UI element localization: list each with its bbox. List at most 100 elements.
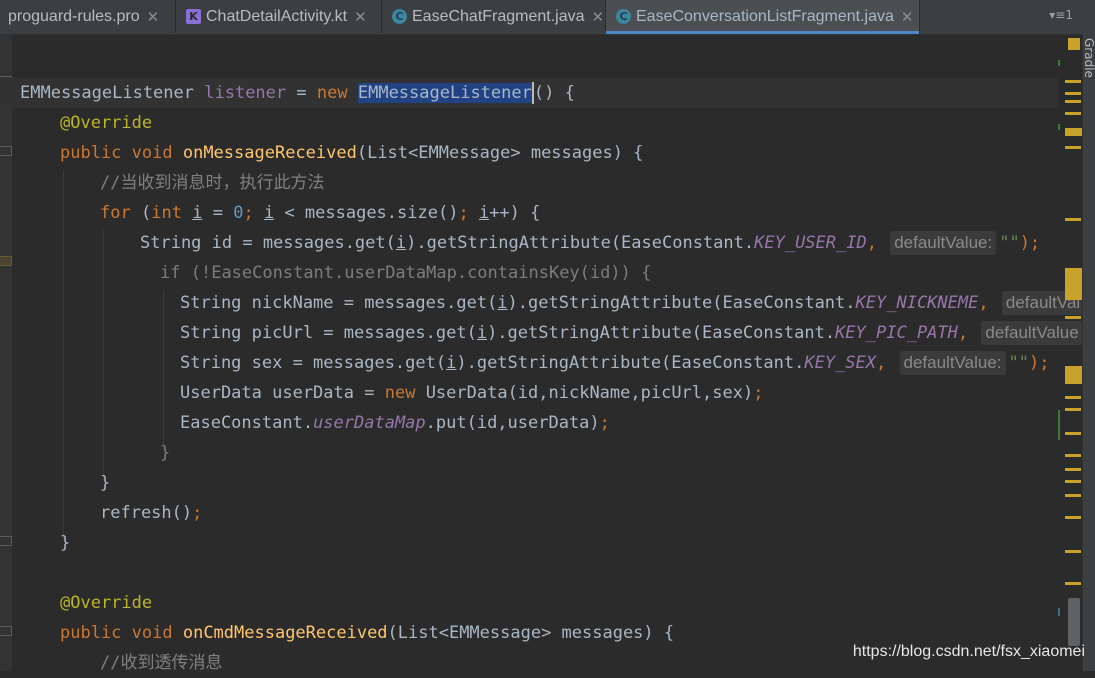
- tab-proguard-rules[interactable]: proguard-rules.pro ✕: [0, 0, 176, 33]
- code-line-10[interactable]: String sex = messages.get(i).getStringAt…: [180, 348, 1049, 378]
- code-token-function: onCmdMessageReceived: [182, 623, 388, 643]
- code-token: ,: [866, 233, 877, 253]
- code-comment: //收到透传消息: [100, 653, 223, 673]
- code-line-18[interactable]: @Override: [60, 588, 152, 618]
- code-token-static-field: userDataMap: [313, 413, 426, 433]
- code-token-function: onMessageReceived: [182, 143, 357, 163]
- tab-overflow-menu-icon[interactable]: ▾≡1: [1049, 8, 1073, 22]
- tab-label: proguard-rules.pro: [8, 7, 140, 25]
- code-token: String id = messages.get(: [140, 233, 396, 253]
- warning-marker[interactable]: [1065, 494, 1081, 497]
- code-line-5[interactable]: for (int i = 0; i < messages.size(); i++…: [100, 198, 540, 228]
- code-token: );: [1028, 353, 1050, 373]
- code-token-variable: i: [497, 293, 508, 313]
- warning-marker[interactable]: [1065, 454, 1081, 457]
- change-marker: [1058, 124, 1060, 130]
- code-token-keyword: if: [160, 263, 181, 283]
- warning-marker[interactable]: [1065, 480, 1081, 483]
- indent-guide: [103, 230, 104, 480]
- code-line-8[interactable]: String nickName = messages.get(i).getStr…: [180, 288, 1087, 318]
- code-token: () {: [533, 83, 575, 103]
- code-line-6[interactable]: String id = messages.get(i).getStringAtt…: [140, 228, 1040, 258]
- code-token: }: [100, 473, 111, 493]
- code-line-12[interactable]: EaseConstant.userDataMap.put(id,userData…: [180, 408, 610, 438]
- close-icon[interactable]: ✕: [354, 8, 367, 26]
- code-line-13[interactable]: }: [160, 438, 170, 468]
- code-token: ).getStringAttribute(EaseConstant.: [456, 353, 805, 373]
- code-token: ).getStringAttribute(EaseConstant.: [487, 323, 836, 343]
- code-token: ).getStringAttribute(EaseConstant.: [406, 233, 755, 253]
- code-line-11[interactable]: UserData userData = new UserData(id,nick…: [180, 378, 763, 408]
- code-token: ,: [876, 353, 887, 373]
- tab-chat-detail-activity[interactable]: K ChatDetailActivity.kt ✕: [176, 0, 382, 33]
- code-line-20[interactable]: //收到透传消息: [100, 648, 222, 678]
- gradle-panel-tab[interactable]: Gradle: [1084, 38, 1095, 80]
- code-token: .put(id,userData): [425, 413, 600, 433]
- code-line-14[interactable]: }: [100, 468, 110, 498]
- code-token: UserData userData =: [180, 383, 375, 403]
- code-token-annotation: @Override: [60, 593, 153, 613]
- tab-label: ChatDetailActivity.kt: [206, 7, 348, 25]
- warning-marker[interactable]: [1065, 112, 1081, 115]
- class-icon: C: [392, 9, 407, 24]
- warning-marker[interactable]: [1065, 80, 1081, 83]
- vertical-scrollbar-thumb[interactable]: [1068, 598, 1080, 646]
- close-icon[interactable]: ✕: [592, 8, 605, 26]
- code-line-16[interactable]: }: [60, 528, 70, 558]
- warning-marker[interactable]: [1065, 582, 1081, 585]
- code-token: }: [60, 533, 71, 553]
- warning-marker[interactable]: [1065, 516, 1081, 519]
- code-token-number: 0: [233, 203, 244, 223]
- indent-guide: [63, 170, 64, 540]
- code-token: ,: [957, 323, 969, 343]
- code-token-annotation: @Override: [60, 113, 153, 133]
- editor-tab-bar: proguard-rules.pro ✕ K ChatDetailActivit…: [0, 0, 1095, 35]
- warning-marker[interactable]: [1065, 366, 1082, 384]
- code-token-variable: i: [263, 203, 275, 223]
- code-token-keyword: public void: [60, 623, 173, 643]
- warning-marker[interactable]: [1065, 432, 1081, 435]
- close-icon[interactable]: ✕: [147, 8, 160, 26]
- close-icon[interactable]: ✕: [901, 8, 914, 26]
- code-token: =: [212, 203, 223, 223]
- parameter-hint: defaultValue: [981, 321, 1083, 345]
- code-token: (List<EMMessage> messages) {: [387, 623, 675, 643]
- code-token: ;: [458, 203, 469, 223]
- code-line-19[interactable]: public void onCmdMessageReceived(List<EM…: [60, 618, 674, 648]
- code-token-constant: KEY_SEX: [804, 353, 877, 373]
- code-token-string: "": [999, 233, 1020, 253]
- tab-ease-chat-fragment[interactable]: C EaseChatFragment.java ✕: [382, 0, 606, 33]
- warning-marker[interactable]: [1065, 316, 1081, 319]
- code-token: }: [160, 443, 171, 463]
- tab-ease-conversation-list-fragment[interactable]: C EaseConversationListFragment.java ✕: [606, 0, 920, 34]
- warning-marker[interactable]: [1065, 468, 1081, 471]
- warning-marker[interactable]: [1065, 408, 1081, 411]
- code-line-2[interactable]: @Override: [60, 108, 152, 138]
- code-line-3[interactable]: public void onMessageReceived(List<EMMes…: [60, 138, 643, 168]
- warning-marker[interactable]: [1065, 396, 1081, 399]
- code-token: ).getStringAttribute(EaseConstant.: [507, 293, 856, 313]
- code-token-keyword: new: [316, 83, 348, 103]
- fold-marker-icon[interactable]: [0, 536, 12, 546]
- warning-marker[interactable]: [1065, 146, 1081, 149]
- warning-marker[interactable]: [1065, 550, 1081, 553]
- warning-marker[interactable]: [1065, 128, 1082, 136]
- warning-marker[interactable]: [1065, 100, 1081, 103]
- code-line-1[interactable]: EMMessageListener listener = new EMMessa…: [20, 78, 575, 108]
- warning-marker[interactable]: [1065, 92, 1081, 95]
- code-token: ;: [753, 383, 764, 403]
- code-line-9[interactable]: String picUrl = messages.get(i).getStrin…: [180, 318, 1086, 348]
- fold-marker-icon[interactable]: [0, 146, 12, 156]
- code-line-7[interactable]: if (!EaseConstant.userDataMap.containsKe…: [160, 258, 651, 288]
- warning-marker[interactable]: [1065, 218, 1081, 221]
- code-line-4[interactable]: //当收到消息时，执行此方法: [100, 168, 324, 198]
- change-marker-icon: [0, 256, 12, 266]
- code-token: String picUrl = messages.get(: [180, 323, 477, 343]
- code-token-constant: KEY_NICKNEME: [855, 293, 979, 313]
- code-line-15[interactable]: refresh();: [100, 498, 202, 528]
- class-icon: C: [616, 9, 631, 24]
- warning-marker[interactable]: [1065, 268, 1082, 300]
- fold-marker-icon[interactable]: [0, 626, 12, 636]
- watermark: https://blog.csdn.net/fsx_xiaomei: [852, 643, 1085, 660]
- warning-marker[interactable]: [1068, 38, 1080, 50]
